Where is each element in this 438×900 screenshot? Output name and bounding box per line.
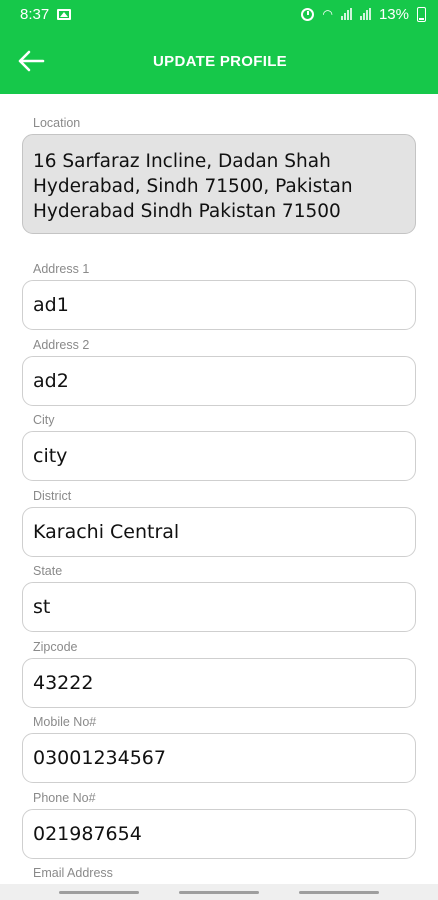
signal-icon xyxy=(340,8,352,20)
nav-back-handle[interactable] xyxy=(299,890,379,894)
gallery-icon xyxy=(57,8,72,20)
status-left: 8:37 xyxy=(20,5,72,23)
alarm-icon xyxy=(301,7,315,21)
location-label: Location xyxy=(33,116,81,130)
email-label: Email Address xyxy=(33,866,113,880)
state-label: State xyxy=(33,564,63,578)
nav-recents-handle[interactable] xyxy=(59,890,139,894)
city-label: City xyxy=(33,413,55,427)
location-line: 16 Sarfaraz Incline, Dadan Shah xyxy=(33,151,331,172)
address2-label: Address 2 xyxy=(33,338,90,352)
nav-home-handle[interactable] xyxy=(179,890,259,894)
status-right: ◠ 13% xyxy=(301,6,426,23)
address2-input[interactable]: ad2 xyxy=(22,356,416,406)
zipcode-input[interactable]: 43222 xyxy=(22,658,416,708)
battery-percent: 13% xyxy=(378,5,409,23)
status-bar: 8:37 ◠ 13% xyxy=(0,0,438,28)
page-title: UPDATE PROFILE xyxy=(153,52,287,70)
address1-label: Address 1 xyxy=(33,262,90,276)
phone-input[interactable]: 021987654 xyxy=(22,809,416,859)
app-bar: UPDATE PROFILE xyxy=(0,28,438,94)
navigation-bar xyxy=(0,884,438,900)
district-input[interactable]: Karachi Central xyxy=(22,507,416,557)
zipcode-label: Zipcode xyxy=(33,640,78,654)
profile-form: Location 16 Sarfaraz Incline, Dadan Shah… xyxy=(0,94,438,884)
battery-icon xyxy=(417,6,426,22)
location-field: 16 Sarfaraz Incline, Dadan Shah Hyderaba… xyxy=(22,134,416,234)
wifi-icon: ◠ xyxy=(322,7,333,21)
city-input[interactable]: city xyxy=(22,431,416,481)
district-label: District xyxy=(33,489,72,503)
signal-icon-2 xyxy=(359,8,371,20)
location-line: Hyderabad, Sindh 71500, Pakistan xyxy=(33,176,353,197)
back-button[interactable] xyxy=(14,44,48,78)
mobile-input[interactable]: 03001234567 xyxy=(22,733,416,783)
status-time: 8:37 xyxy=(20,5,50,23)
address1-input[interactable]: ad1 xyxy=(22,280,416,330)
location-line: Hyderabad Sindh Pakistan 71500 xyxy=(33,201,341,222)
state-input[interactable]: st xyxy=(22,582,416,632)
arrow-left-icon xyxy=(18,50,45,72)
mobile-label: Mobile No# xyxy=(33,715,97,729)
phone-label: Phone No# xyxy=(33,791,96,805)
